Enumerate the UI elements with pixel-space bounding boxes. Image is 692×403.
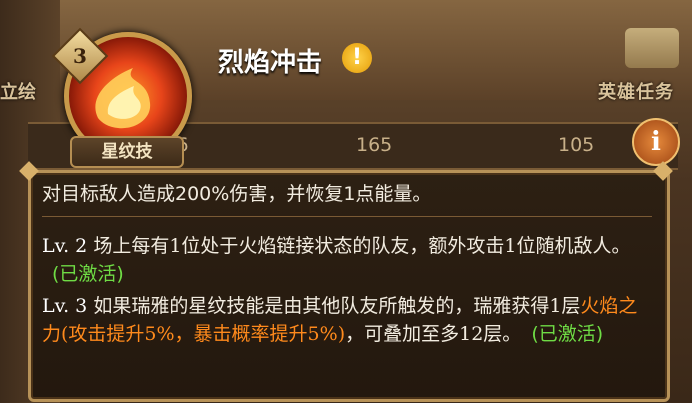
divider bbox=[42, 216, 652, 217]
info-button[interactable]: i bbox=[632, 118, 680, 166]
level-3-text-end: ，可叠加至多12层。 bbox=[345, 323, 522, 345]
level-2-prefix: Lv. 2 bbox=[42, 235, 88, 257]
portrait-tab-label[interactable]: 立绘 bbox=[0, 78, 36, 104]
stat-value: 165 bbox=[356, 134, 393, 156]
level-3-text: 如果瑞雅的星纹技能是由其他队友所触发的，瑞雅获得1层 bbox=[93, 295, 581, 317]
hero-quest-label[interactable]: 英雄任务 bbox=[598, 78, 674, 104]
skill-main-effect: 对目标敌人造成200%伤害，并恢复1点能量。 bbox=[42, 183, 432, 205]
skill-type-label: 星纹技 bbox=[70, 136, 184, 168]
level-3-prefix: Lv. 3 bbox=[42, 295, 88, 317]
level-3-status: (已激活) bbox=[531, 323, 604, 345]
alert-icon[interactable]: ! bbox=[342, 43, 372, 73]
stat-value: 105 bbox=[558, 134, 595, 156]
scroll-icon[interactable] bbox=[625, 28, 679, 68]
skill-level: 3 bbox=[73, 44, 87, 68]
skill-level-2-effect: Lv. 2 场上每有1位处于火焰链接状态的队友，额外攻击1位随机敌人。 (已激活) bbox=[42, 232, 652, 288]
skill-name: 烈焰冲击 bbox=[218, 48, 323, 78]
level-2-text: 场上每有1位处于火焰链接状态的队友，额外攻击1位随机敌人。 bbox=[93, 235, 631, 257]
level-2-status: (已激活) bbox=[52, 263, 124, 285]
skill-level-3-effect: Lv. 3 如果瑞雅的星纹技能是由其他队友所触发的，瑞雅获得1层火焰之力(攻击提… bbox=[42, 292, 652, 348]
